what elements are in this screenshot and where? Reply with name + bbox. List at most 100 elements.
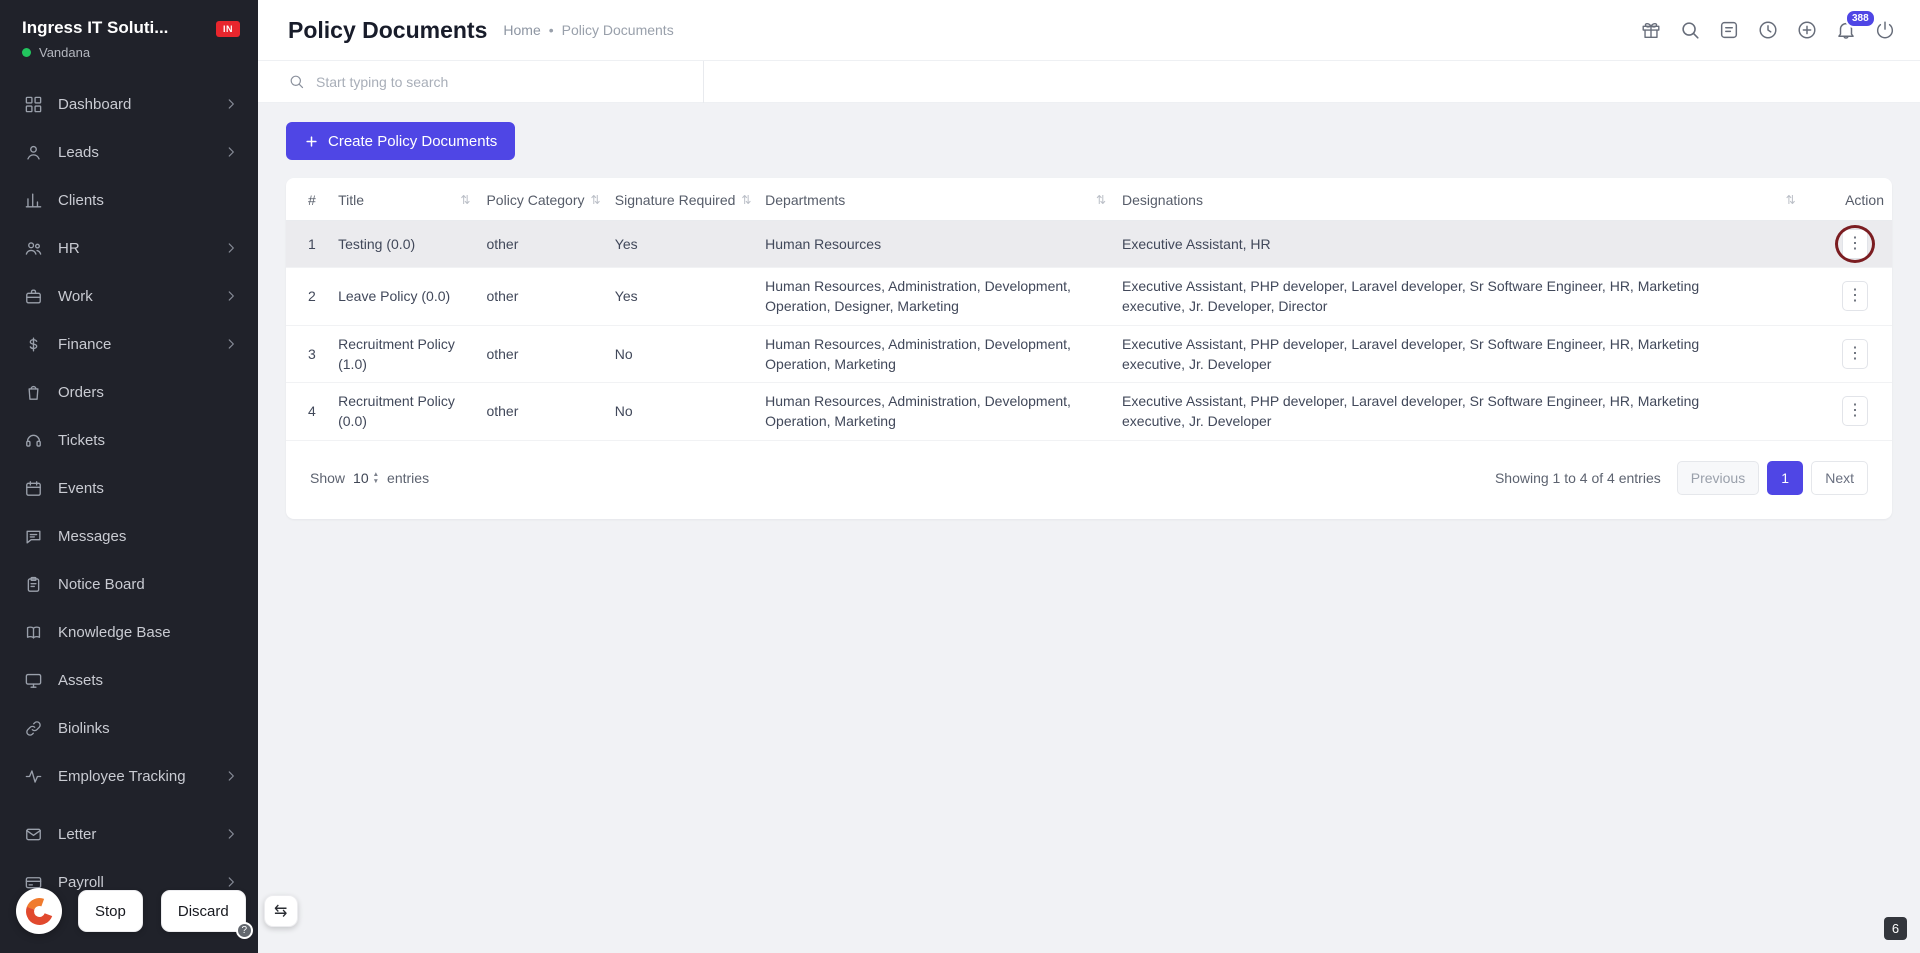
chevron-right-icon — [224, 97, 238, 111]
table-footer: Show 10 ▲▼ entries Showing 1 to 4 of 4 e… — [286, 441, 1892, 519]
policy-documents-card: #Title⇅Policy Category⇅Signature Require… — [286, 178, 1892, 519]
sort-icon[interactable]: ⇅ — [1786, 193, 1796, 207]
company-name: Ingress IT Soluti... — [22, 18, 197, 38]
sidebar-item-events[interactable]: Events — [0, 464, 258, 512]
cell-departments: Human Resources, Administration, Develop… — [757, 268, 1114, 326]
search-strip — [258, 61, 1920, 103]
search-icon[interactable] — [1679, 19, 1701, 41]
breadcrumb-current: Policy Documents — [562, 22, 674, 38]
sidebar-item-orders[interactable]: Orders — [0, 368, 258, 416]
cell-signature: No — [607, 383, 757, 441]
swap-arrows-icon: ⇆ — [274, 901, 287, 921]
sort-icon[interactable]: ⇅ — [591, 193, 601, 207]
row-actions-button[interactable]: ⋮ — [1842, 339, 1868, 369]
sidebar-nav: Dashboard Leads Clients HR Work Finance … — [0, 72, 258, 906]
sidebar-item-hr[interactable]: HR — [0, 224, 258, 272]
show-label: Show — [310, 470, 345, 486]
online-status-dot — [22, 48, 31, 57]
cell-designations: Executive Assistant, PHP developer, Lara… — [1114, 383, 1804, 441]
global-search-input[interactable] — [316, 74, 616, 90]
sidebar-item-dashboard[interactable]: Dashboard — [0, 80, 258, 128]
employee-tracking-icon — [24, 767, 43, 786]
hr-icon — [24, 239, 43, 258]
chevron-right-icon — [224, 241, 238, 255]
sidebar-item-messages[interactable]: Messages — [0, 512, 258, 560]
chevron-right-icon — [224, 827, 238, 841]
biolinks-icon — [24, 719, 43, 738]
recorder-bar: Stop Discard ? ⇆ — [16, 888, 298, 934]
sidebar-item-employee-tracking[interactable]: Employee Tracking — [0, 752, 258, 800]
next-page-button[interactable]: Next — [1811, 461, 1868, 495]
sidebar-item-tickets[interactable]: Tickets — [0, 416, 258, 464]
row-actions-button[interactable]: ⋮ — [1842, 229, 1868, 259]
sort-icon[interactable]: ⇅ — [460, 193, 470, 207]
showing-entries-text: Showing 1 to 4 of 4 entries — [1495, 470, 1661, 486]
breadcrumb: Home • Policy Documents — [503, 22, 673, 38]
discard-button[interactable]: Discard ? — [161, 890, 246, 932]
notifications-bell-icon[interactable]: 388 — [1835, 19, 1857, 41]
recorder-logo-button[interactable] — [16, 888, 62, 934]
letter-icon — [24, 825, 43, 844]
power-icon[interactable] — [1874, 19, 1896, 41]
sidebar-item-assets[interactable]: Assets — [0, 656, 258, 704]
pagination: Previous 1 Next — [1677, 461, 1868, 495]
page-size-select[interactable]: 10 ▲▼ — [353, 470, 379, 486]
cell-action: ⋮ — [1804, 383, 1892, 441]
cell-designations: Executive Assistant, PHP developer, Lara… — [1114, 325, 1804, 383]
cell-num: 3 — [286, 325, 330, 383]
sidebar-item-leads[interactable]: Leads — [0, 128, 258, 176]
row-actions-button[interactable]: ⋮ — [1842, 396, 1868, 426]
corner-count-badge[interactable]: 6 — [1884, 917, 1907, 940]
quick-add-icon[interactable] — [1796, 19, 1818, 41]
entries-label: entries — [387, 470, 429, 486]
cell-num: 1 — [286, 221, 330, 268]
sidebar-item-work[interactable]: Work — [0, 272, 258, 320]
breadcrumb-home[interactable]: Home — [503, 22, 540, 38]
cell-title: Testing (0.0) — [330, 221, 478, 268]
cell-departments: Human Resources, Administration, Develop… — [757, 325, 1114, 383]
table-row: 3Recruitment Policy (1.0)otherNoHuman Re… — [286, 325, 1892, 383]
create-policy-documents-button[interactable]: Create Policy Documents — [286, 122, 515, 160]
sidebar-item-biolinks[interactable]: Biolinks — [0, 704, 258, 752]
user-name: Vandana — [39, 45, 90, 60]
search-box — [258, 61, 704, 103]
notice-board-icon — [24, 575, 43, 594]
sidebar-item-finance[interactable]: Finance — [0, 320, 258, 368]
notes-icon[interactable] — [1718, 19, 1740, 41]
row-actions-button[interactable]: ⋮ — [1842, 281, 1868, 311]
page-1-button[interactable]: 1 — [1767, 461, 1803, 495]
sidebar-item-clients[interactable]: Clients — [0, 176, 258, 224]
cell-designations: Executive Assistant, HR — [1114, 221, 1804, 268]
table-row: 4Recruitment Policy (0.0)otherNoHuman Re… — [286, 383, 1892, 441]
swap-button[interactable]: ⇆ — [264, 895, 298, 927]
chevron-right-icon — [224, 289, 238, 303]
cell-title: Recruitment Policy (1.0) — [330, 325, 478, 383]
column-header-signature-required[interactable]: Signature Required⇅ — [607, 178, 757, 221]
cell-action: ⋮ — [1804, 268, 1892, 326]
column-header-title[interactable]: Title⇅ — [330, 178, 478, 221]
topbar-icons: 388 — [1640, 19, 1896, 41]
column-header-action: Action — [1804, 178, 1892, 221]
stop-button[interactable]: Stop — [78, 890, 143, 932]
column-header-policy-category[interactable]: Policy Category⇅ — [478, 178, 606, 221]
cell-action: ⋮ — [1804, 221, 1892, 268]
sort-icon[interactable]: ⇅ — [741, 193, 751, 207]
cell-category: other — [478, 221, 606, 268]
chevron-right-icon — [224, 337, 238, 351]
messages-icon — [24, 527, 43, 546]
sort-icon[interactable]: ⇅ — [1096, 193, 1106, 207]
sidebar-item-notice-board[interactable]: Notice Board — [0, 560, 258, 608]
gift-icon[interactable] — [1640, 19, 1662, 41]
previous-page-button[interactable]: Previous — [1677, 461, 1759, 495]
dashboard-icon — [24, 95, 43, 114]
orders-icon — [24, 383, 43, 402]
column-header-departments[interactable]: Departments⇅ — [757, 178, 1114, 221]
knowledge-base-icon — [24, 623, 43, 642]
assets-icon — [24, 671, 43, 690]
sidebar-item-letter[interactable]: Letter — [0, 810, 258, 858]
sidebar-item-knowledge-base[interactable]: Knowledge Base — [0, 608, 258, 656]
column-header-designations[interactable]: Designations⇅ — [1114, 178, 1804, 221]
help-badge: ? — [236, 922, 253, 939]
history-icon[interactable] — [1757, 19, 1779, 41]
chevron-right-icon — [224, 769, 238, 783]
